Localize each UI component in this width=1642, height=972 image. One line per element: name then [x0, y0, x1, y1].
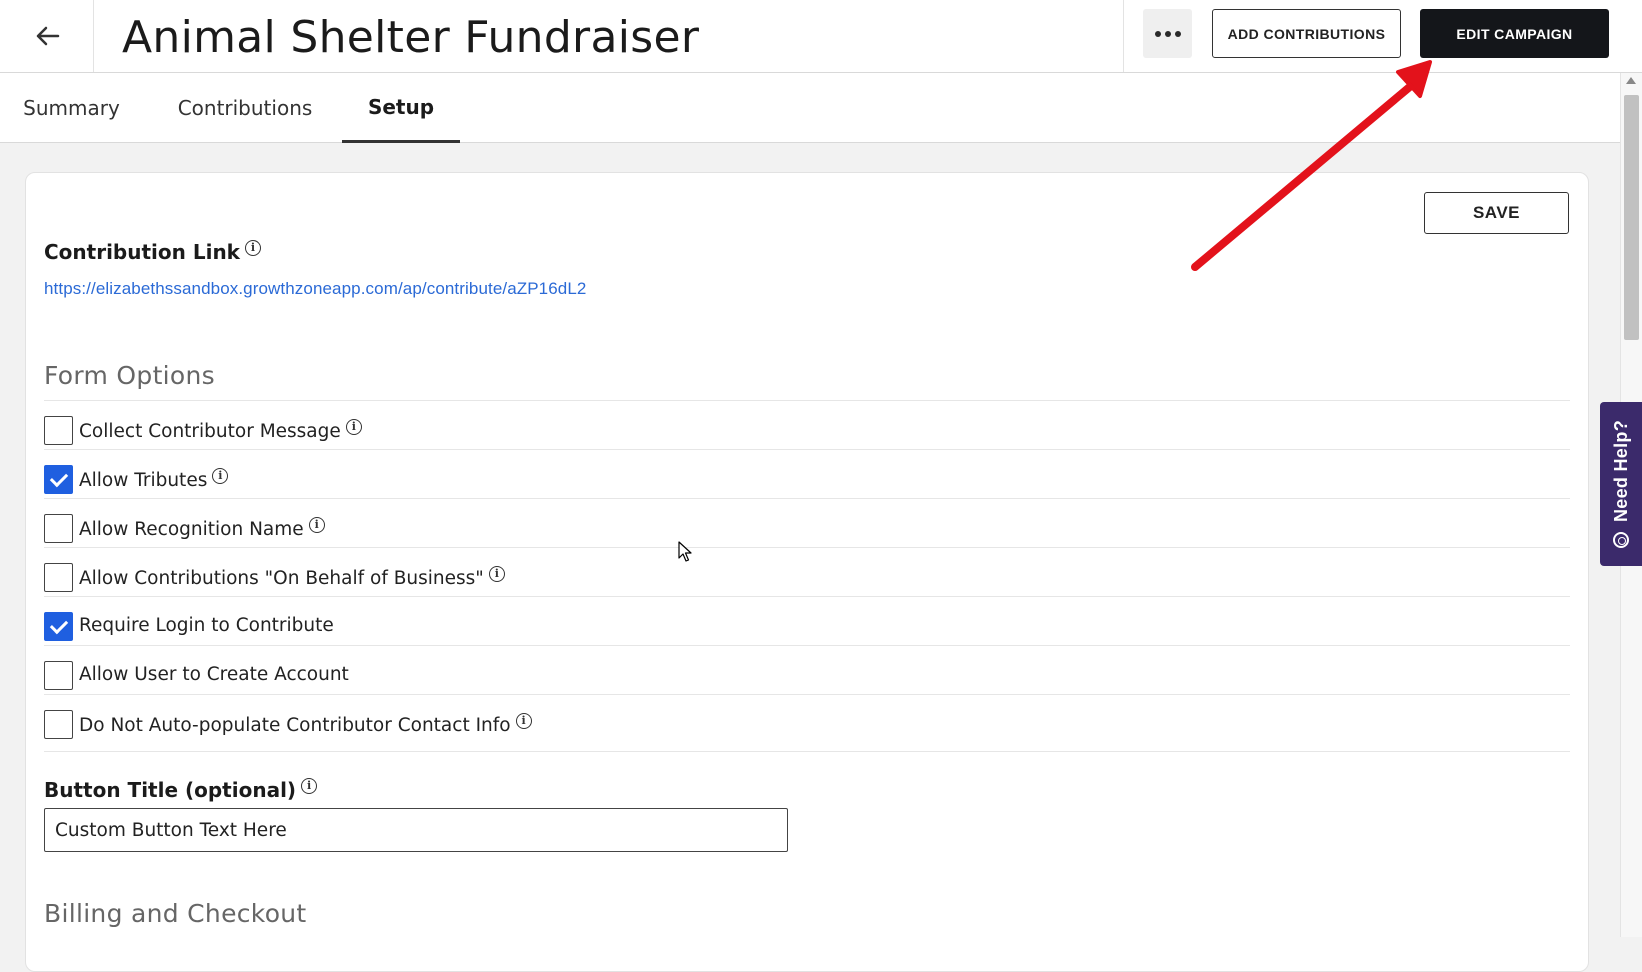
- option-row-allow-recognition-name: Allow Recognition Name i: [44, 498, 1570, 547]
- option-label: Do Not Auto-populate Contributor Contact…: [79, 713, 532, 736]
- mouse-cursor-icon: [678, 541, 692, 562]
- form-options-title: Form Options: [44, 361, 215, 390]
- tab-contributions[interactable]: Contributions: [164, 73, 326, 143]
- info-icon[interactable]: i: [515, 713, 532, 729]
- top-bar: Animal Shelter Fundraiser ADD CONTRIBUTI…: [0, 0, 1642, 73]
- edit-campaign-button[interactable]: EDIT CAMPAIGN: [1420, 9, 1609, 58]
- option-label: Allow Recognition Name i: [79, 517, 325, 540]
- scroll-thumb[interactable]: [1624, 95, 1639, 340]
- lifebuoy-icon: [1613, 532, 1629, 549]
- back-button[interactable]: [0, 0, 94, 72]
- need-help-label: Need Help?: [1610, 419, 1631, 523]
- dot-icon: [1164, 30, 1171, 37]
- option-label: Collect Contributor Message i: [79, 419, 362, 442]
- option-text: Collect Contributor Message: [79, 421, 341, 443]
- info-icon[interactable]: i: [345, 419, 362, 435]
- option-text: Allow Contributions "On Behalf of Busine…: [79, 568, 484, 590]
- option-text: Allow User to Create Account: [79, 664, 349, 685]
- info-icon[interactable]: i: [212, 468, 229, 484]
- option-text: Allow Tributes: [79, 470, 208, 492]
- option-label: Allow Contributions "On Behalf of Busine…: [79, 566, 505, 589]
- no-auto-populate-checkbox[interactable]: [44, 710, 73, 739]
- need-help-widget[interactable]: Need Help?: [1600, 402, 1642, 566]
- options-divider: [44, 751, 1570, 752]
- dot-icon: [1174, 30, 1181, 37]
- option-row-collect-contributor-message: Collect Contributor Message i: [44, 400, 1570, 449]
- save-button[interactable]: SAVE: [1424, 192, 1569, 234]
- option-label: Require Login to Contribute: [79, 615, 334, 636]
- header-divider: [1123, 0, 1124, 72]
- button-title-heading: Button Title (optional) i: [44, 778, 318, 802]
- allow-recognition-name-checkbox[interactable]: [44, 514, 73, 543]
- option-text: Require Login to Contribute: [79, 615, 334, 636]
- option-row-on-behalf-of-business: Allow Contributions "On Behalf of Busine…: [44, 547, 1570, 596]
- more-options-button[interactable]: [1143, 9, 1192, 58]
- button-title-label: Button Title (optional): [44, 778, 297, 802]
- add-contributions-button[interactable]: ADD CONTRIBUTIONS: [1212, 9, 1401, 58]
- require-login-checkbox[interactable]: [44, 612, 73, 641]
- option-text: Do Not Auto-populate Contributor Contact…: [79, 715, 511, 737]
- arrow-left-icon: [36, 26, 59, 46]
- option-label: Allow Tributes i: [79, 468, 229, 492]
- contribution-link[interactable]: https://elizabethssandbox.growthzoneapp.…: [44, 279, 586, 299]
- tab-bar: Summary Contributions Setup: [0, 73, 1620, 143]
- option-row-no-auto-populate: Do Not Auto-populate Contributor Contact…: [44, 694, 1570, 743]
- tab-summary[interactable]: Summary: [0, 73, 143, 143]
- option-label: Allow User to Create Account: [79, 664, 349, 685]
- info-icon[interactable]: i: [301, 778, 318, 795]
- option-row-require-login: Require Login to Contribute: [44, 596, 1570, 645]
- option-text: Allow Recognition Name: [79, 519, 304, 541]
- info-icon[interactable]: i: [308, 517, 325, 533]
- scroll-up-arrow-icon[interactable]: [1626, 77, 1636, 84]
- info-icon[interactable]: i: [488, 566, 505, 582]
- button-title-input[interactable]: [44, 808, 788, 852]
- contribution-link-label: Contribution Link: [44, 240, 240, 264]
- tab-setup[interactable]: Setup: [342, 73, 460, 143]
- option-row-allow-create-account: Allow User to Create Account: [44, 645, 1570, 694]
- collect-contributor-message-checkbox[interactable]: [44, 416, 73, 445]
- on-behalf-of-business-checkbox[interactable]: [44, 563, 73, 592]
- dot-icon: [1154, 30, 1161, 37]
- contribution-link-heading: Contribution Link i: [44, 240, 261, 264]
- allow-tributes-checkbox[interactable]: [44, 465, 73, 494]
- info-icon[interactable]: i: [245, 240, 261, 257]
- allow-create-account-checkbox[interactable]: [44, 661, 73, 690]
- page-title: Animal Shelter Fundraiser: [122, 12, 700, 63]
- option-row-allow-tributes: Allow Tributes i: [44, 449, 1570, 498]
- billing-checkout-title: Billing and Checkout: [44, 899, 307, 928]
